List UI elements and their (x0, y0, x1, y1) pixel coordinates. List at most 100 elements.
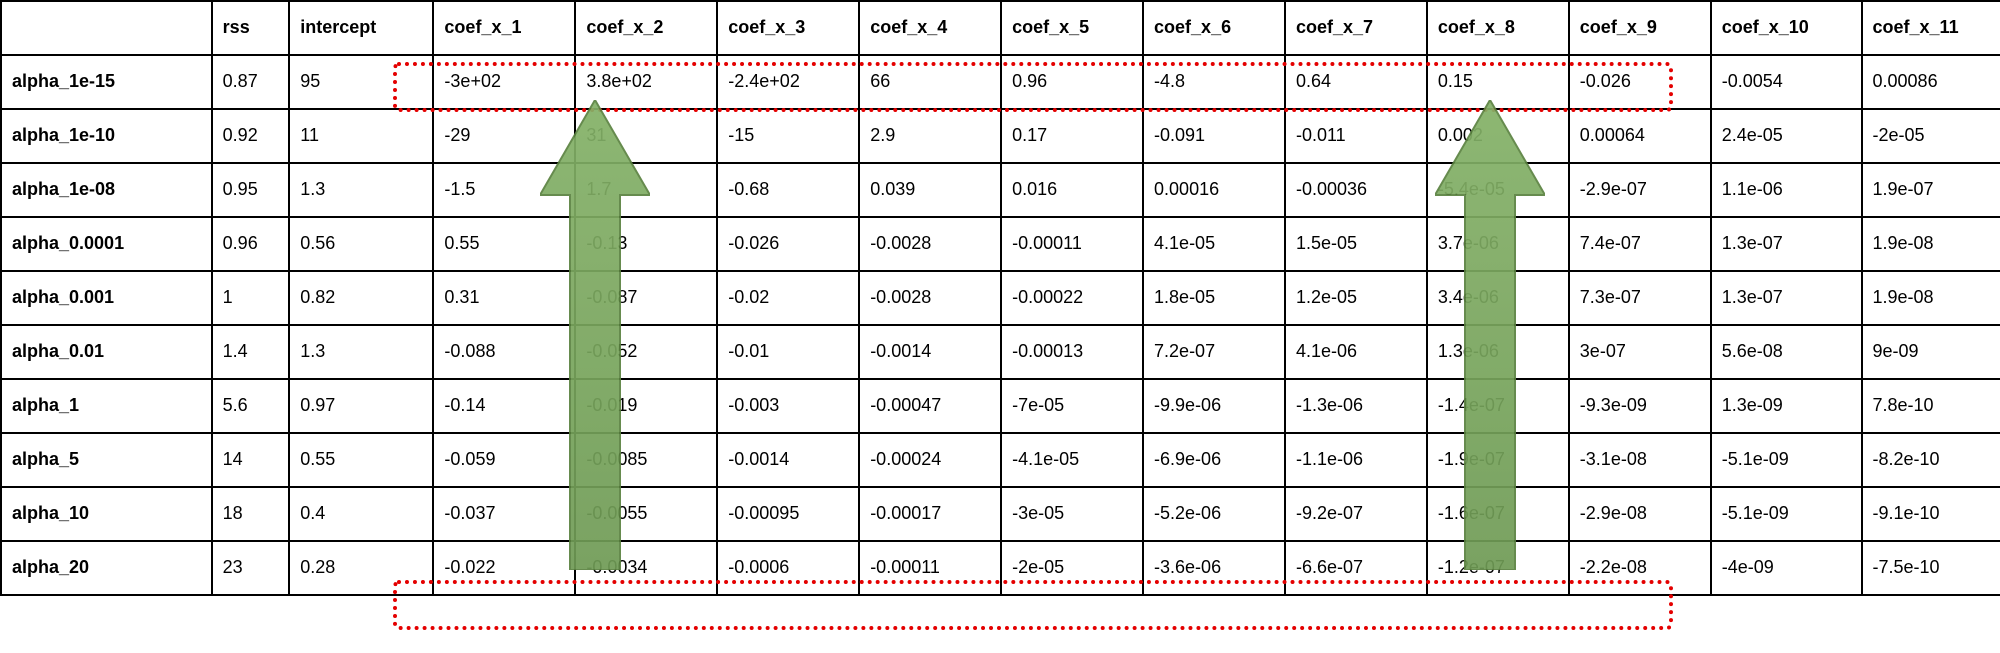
cell-c1: -1.5 (433, 163, 575, 217)
table-header: rss intercept coef_x_1 coef_x_2 coef_x_3… (1, 1, 2000, 55)
cell-intercept: 11 (289, 109, 433, 163)
cell-c9: 0.00064 (1569, 109, 1711, 163)
cell-c7: 4.1e-06 (1285, 325, 1427, 379)
cell-c6: -9.9e-06 (1143, 379, 1285, 433)
cell-c6: 4.1e-05 (1143, 217, 1285, 271)
cell-rss: 0.87 (212, 55, 290, 109)
col-coef-x-5: coef_x_5 (1001, 1, 1143, 55)
table-row: alpha_10180.4-0.037-0.0055-0.00095-0.000… (1, 487, 2000, 541)
cell-c7: -9.2e-07 (1285, 487, 1427, 541)
cell-c7: 0.64 (1285, 55, 1427, 109)
cell-c4: 66 (859, 55, 1001, 109)
cell-c1: -3e+02 (433, 55, 575, 109)
cell-c5: -0.00011 (1001, 217, 1143, 271)
cell-c7: -6.6e-07 (1285, 541, 1427, 595)
cell-c7: 1.5e-05 (1285, 217, 1427, 271)
cell-c6: -4.8 (1143, 55, 1285, 109)
cell-c8: -1.2e-07 (1427, 541, 1569, 595)
table-row: alpha_1e-080.951.3-1.51.7-0.680.0390.016… (1, 163, 2000, 217)
cell-c5: -0.00022 (1001, 271, 1143, 325)
cell-c6: 1.8e-05 (1143, 271, 1285, 325)
col-coef-x-6: coef_x_6 (1143, 1, 1285, 55)
cell-c2: -0.052 (575, 325, 717, 379)
cell-c2: 3.8e+02 (575, 55, 717, 109)
cell-c2: 1.7 (575, 163, 717, 217)
cell-c11: 9e-09 (1862, 325, 2000, 379)
cell-c9: 7.4e-07 (1569, 217, 1711, 271)
cell-c4: -0.0028 (859, 271, 1001, 325)
cell-c9: -2.2e-08 (1569, 541, 1711, 595)
cell-c4: -0.0014 (859, 325, 1001, 379)
cell-c3: -0.68 (717, 163, 859, 217)
cell-c8: 3.7e-06 (1427, 217, 1569, 271)
table-row: alpha_20230.28-0.022-0.0034-0.0006-0.000… (1, 541, 2000, 595)
col-coef-x-8: coef_x_8 (1427, 1, 1569, 55)
cell-c5: -7e-05 (1001, 379, 1143, 433)
cell-c2: -0.0085 (575, 433, 717, 487)
cell-c8: -1.4e-07 (1427, 379, 1569, 433)
cell-c8: -1.9e-07 (1427, 433, 1569, 487)
cell-c11: 1.9e-08 (1862, 271, 2000, 325)
cell-c11: 7.8e-10 (1862, 379, 2000, 433)
table-row: alpha_0.00010.960.560.55-0.13-0.026-0.00… (1, 217, 2000, 271)
row-label: alpha_0.01 (1, 325, 212, 379)
cell-c8: -1.6e-07 (1427, 487, 1569, 541)
cell-intercept: 0.97 (289, 379, 433, 433)
cell-c8: -5.4e-05 (1427, 163, 1569, 217)
cell-c7: -0.011 (1285, 109, 1427, 163)
cell-c8: 0.15 (1427, 55, 1569, 109)
cell-c4: -0.00011 (859, 541, 1001, 595)
col-coef-x-4: coef_x_4 (859, 1, 1001, 55)
cell-c10: 5.6e-08 (1711, 325, 1862, 379)
cell-c4: -0.0028 (859, 217, 1001, 271)
cell-c7: -1.3e-06 (1285, 379, 1427, 433)
table-viewport: rss intercept coef_x_1 coef_x_2 coef_x_3… (0, 0, 2000, 653)
col-coef-x-3: coef_x_3 (717, 1, 859, 55)
cell-c2: -0.0055 (575, 487, 717, 541)
cell-c2: -0.13 (575, 217, 717, 271)
cell-c6: 7.2e-07 (1143, 325, 1285, 379)
cell-c5: 0.96 (1001, 55, 1143, 109)
row-label: alpha_0.001 (1, 271, 212, 325)
cell-c10: 2.4e-05 (1711, 109, 1862, 163)
cell-c3: -0.003 (717, 379, 859, 433)
cell-c9: -2.9e-07 (1569, 163, 1711, 217)
cell-c11: -9.1e-10 (1862, 487, 2000, 541)
cell-c1: -0.14 (433, 379, 575, 433)
cell-c3: -0.01 (717, 325, 859, 379)
cell-c9: -9.3e-09 (1569, 379, 1711, 433)
cell-c5: -3e-05 (1001, 487, 1143, 541)
cell-rss: 0.96 (212, 217, 290, 271)
cell-c10: -5.1e-09 (1711, 433, 1862, 487)
cell-c1: -0.022 (433, 541, 575, 595)
cell-intercept: 1.3 (289, 325, 433, 379)
cell-c5: 0.016 (1001, 163, 1143, 217)
row-label: alpha_1e-15 (1, 55, 212, 109)
col-coef-x-10: coef_x_10 (1711, 1, 1862, 55)
col-coef-x-2: coef_x_2 (575, 1, 717, 55)
cell-c5: -0.00013 (1001, 325, 1143, 379)
cell-c1: 0.55 (433, 217, 575, 271)
cell-c9: -0.026 (1569, 55, 1711, 109)
cell-c7: -1.1e-06 (1285, 433, 1427, 487)
row-label: alpha_1 (1, 379, 212, 433)
cell-c5: -4.1e-05 (1001, 433, 1143, 487)
cell-c11: -2e-05 (1862, 109, 2000, 163)
cell-c6: -0.091 (1143, 109, 1285, 163)
row-label: alpha_1e-08 (1, 163, 212, 217)
cell-c6: -5.2e-06 (1143, 487, 1285, 541)
cell-c5: 0.17 (1001, 109, 1143, 163)
cell-c9: -3.1e-08 (1569, 433, 1711, 487)
cell-c6: 0.00016 (1143, 163, 1285, 217)
cell-c3: -0.0006 (717, 541, 859, 595)
col-rss: rss (212, 1, 290, 55)
cell-c9: 7.3e-07 (1569, 271, 1711, 325)
cell-c1: -0.037 (433, 487, 575, 541)
cell-c1: -0.059 (433, 433, 575, 487)
cell-c11: 1.9e-07 (1862, 163, 2000, 217)
cell-c5: -2e-05 (1001, 541, 1143, 595)
cell-c8: 0.002 (1427, 109, 1569, 163)
cell-intercept: 1.3 (289, 163, 433, 217)
cell-c2: -0.019 (575, 379, 717, 433)
cell-intercept: 0.56 (289, 217, 433, 271)
